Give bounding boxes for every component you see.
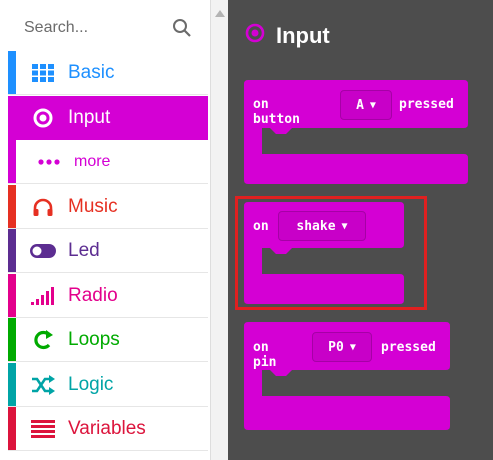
toolbox-scrollbar[interactable]: [210, 0, 229, 460]
category-label: Loops: [68, 329, 120, 350]
toggle-icon: [30, 239, 56, 263]
more-dots-icon: [36, 150, 62, 174]
dropdown-value: P0: [328, 339, 344, 355]
dropdown-value: A: [356, 97, 364, 113]
grid-icon: [30, 61, 56, 85]
button-dropdown[interactable]: A ▼: [340, 90, 392, 120]
category-label: Input: [68, 107, 111, 128]
signal-bars-icon: [30, 284, 56, 308]
block-text: pressed: [381, 340, 436, 355]
block-text: pressed: [399, 97, 454, 112]
category-color-bar: [8, 407, 16, 450]
category-variables[interactable]: Variables: [8, 407, 208, 451]
search-input[interactable]: Search...: [8, 19, 170, 37]
category-music[interactable]: Music: [8, 185, 208, 229]
toolbox: Search... Basic Input more Music Led Rad…: [0, 0, 210, 460]
category-color-bar: [8, 318, 16, 361]
category-color-bar: [8, 185, 16, 228]
category-loops[interactable]: Loops: [8, 318, 208, 362]
category-input-more[interactable]: more: [8, 140, 208, 184]
highlight-box: [235, 196, 427, 310]
category-color-bar: [8, 229, 16, 272]
category-label: Music: [68, 196, 118, 217]
category-color-bar: [8, 51, 16, 94]
block-text: on button: [253, 97, 300, 127]
category-label: Logic: [68, 374, 114, 395]
loop-arrow-icon: [30, 328, 56, 352]
block-text: on pin: [253, 340, 277, 370]
category-led[interactable]: Led: [8, 229, 208, 273]
list-lines-icon: [30, 417, 56, 441]
category-radio[interactable]: Radio: [8, 274, 208, 318]
target-icon: [244, 22, 266, 49]
category-label: Basic: [68, 62, 115, 83]
flyout-title: Input: [276, 22, 330, 48]
flyout-header: Input: [244, 22, 330, 49]
category-basic[interactable]: Basic: [8, 51, 208, 95]
target-icon: [30, 106, 56, 130]
category-label: Variables: [68, 418, 146, 439]
search-icon[interactable]: [170, 16, 194, 40]
category-color-bar: [8, 274, 16, 317]
category-input[interactable]: Input: [8, 96, 208, 140]
category-label: more: [74, 153, 111, 170]
caret-down-icon: ▼: [349, 341, 356, 353]
caret-down-icon: ▼: [369, 99, 376, 111]
search-box[interactable]: Search...: [8, 6, 208, 50]
category-color-bar: [8, 363, 16, 406]
headphones-icon: [30, 195, 56, 219]
category-logic[interactable]: Logic: [8, 363, 208, 407]
shuffle-icon: [30, 373, 56, 397]
pin-dropdown[interactable]: P0 ▼: [312, 332, 372, 362]
category-label: Radio: [68, 285, 118, 306]
scroll-up-arrow-icon[interactable]: [215, 10, 225, 17]
category-label: Led: [68, 240, 100, 261]
category-color-bar: [8, 140, 16, 183]
